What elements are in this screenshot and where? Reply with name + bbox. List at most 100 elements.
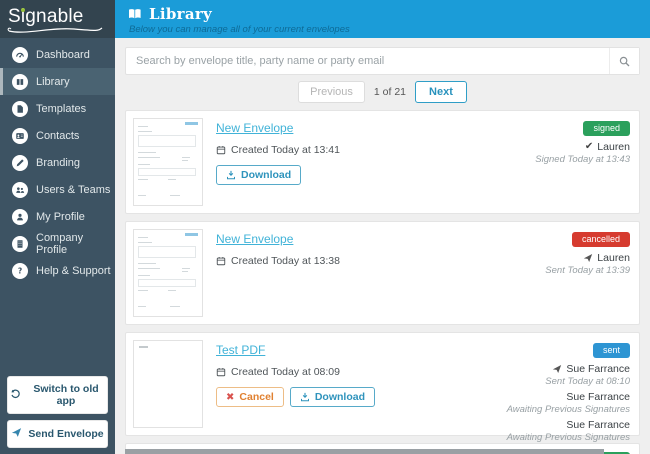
contacts-icon bbox=[12, 127, 28, 144]
envelope-card: New Envelope Created Today at 13:38 cancel… bbox=[125, 221, 640, 325]
next-page-button[interactable]: Next bbox=[415, 81, 467, 103]
sidebar-item-label: Library bbox=[36, 75, 70, 88]
sidebar-item-label: Dashboard bbox=[36, 48, 90, 61]
cancel-x-icon: ✖ bbox=[226, 391, 235, 403]
check-icon: ✔ bbox=[584, 141, 594, 152]
download-button[interactable]: Download bbox=[289, 387, 375, 407]
sidebar-item-label: Users & Teams bbox=[36, 183, 111, 196]
sidebar-item-my-profile[interactable]: My Profile bbox=[0, 203, 115, 230]
horizontal-scrollbar[interactable] bbox=[125, 449, 604, 454]
magnifier-icon bbox=[619, 56, 630, 66]
sidebar-item-branding[interactable]: Branding bbox=[0, 149, 115, 176]
sidebar-item-users-teams[interactable]: Users & Teams bbox=[0, 176, 115, 203]
previous-page-button[interactable]: Previous bbox=[298, 81, 365, 103]
search-bar bbox=[125, 47, 640, 75]
help-icon: ? bbox=[12, 262, 28, 279]
logo-text: Signable bbox=[8, 6, 84, 27]
page-info: 1 of 21 bbox=[373, 86, 407, 98]
download-icon bbox=[300, 392, 310, 402]
search-button[interactable] bbox=[609, 48, 639, 74]
recipient-status-detail: Signed Today at 13:43 bbox=[535, 153, 630, 165]
status-badge: cancelled bbox=[571, 231, 630, 247]
sidebar-item-label: Branding bbox=[36, 156, 81, 169]
recipient-row: Sue Farrance Sent Today at 08:10 bbox=[507, 363, 630, 387]
envelope-status-column: signed ✔ Lauren Signed Today at 13:43 bbox=[535, 118, 630, 169]
recipient-row: Lauren Sent Today at 13:39 bbox=[545, 252, 630, 276]
document-thumbnail[interactable] bbox=[133, 229, 203, 317]
svg-text:?: ? bbox=[18, 266, 22, 275]
recipient-row: Sue Farrance Awaiting Previous Signatures bbox=[507, 391, 630, 415]
branding-icon bbox=[12, 154, 28, 171]
status-badge: signed bbox=[583, 120, 630, 136]
undo-icon bbox=[10, 388, 21, 402]
envelope-status-column: cancelled Lauren Sent Today at 13:39 bbox=[545, 229, 630, 280]
sidebar-item-help-support[interactable]: ? Help & Support bbox=[0, 257, 115, 284]
envelope-card: Test PDF Created Today at 08:09 ✖ Cancel Dow… bbox=[125, 332, 640, 443]
recipient-name: Sue Farrance bbox=[566, 418, 630, 431]
sidebar-item-library[interactable]: Library bbox=[0, 68, 115, 95]
switch-to-old-app-button[interactable]: Switch to old app bbox=[7, 376, 108, 414]
envelope-title-link[interactable]: New Envelope bbox=[216, 121, 293, 135]
document-thumbnail[interactable] bbox=[133, 118, 203, 206]
sidebar-footer: Switch to old app Send Envelope bbox=[0, 370, 115, 448]
calendar-icon bbox=[216, 367, 226, 377]
envelope-created-text: Created Today at 13:41 bbox=[231, 144, 340, 156]
calendar-icon bbox=[216, 145, 226, 155]
recipient-status-detail: Awaiting Previous Signatures bbox=[506, 403, 630, 415]
envelope-title-link[interactable]: Test PDF bbox=[216, 343, 265, 357]
book-icon bbox=[129, 9, 141, 19]
recipient-name: Lauren bbox=[597, 251, 630, 264]
logo-green-dot-icon bbox=[21, 8, 25, 12]
envelope-created-text: Created Today at 08:09 bbox=[231, 366, 340, 378]
pagination: Previous 1 of 21 Next bbox=[125, 81, 640, 103]
sidebar-item-dashboard[interactable]: Dashboard bbox=[0, 41, 115, 68]
page-header: Library Below you can manage all of your… bbox=[115, 0, 650, 38]
logo-swoosh-icon bbox=[7, 27, 103, 33]
calendar-icon bbox=[216, 256, 226, 266]
library-icon bbox=[12, 73, 28, 90]
sidebar-item-label: Help & Support bbox=[36, 264, 111, 277]
recipient-row: Sue Farrance Awaiting Previous Signatures bbox=[507, 419, 630, 443]
templates-icon bbox=[12, 100, 28, 117]
sidebar-item-contacts[interactable]: Contacts bbox=[0, 122, 115, 149]
dashboard-icon bbox=[12, 46, 28, 63]
search-input[interactable] bbox=[126, 48, 609, 74]
recipient-status-detail: Sent Today at 08:10 bbox=[545, 375, 630, 387]
sidebar-item-company-profile[interactable]: Company Profile bbox=[0, 230, 115, 257]
envelope-title-link[interactable]: New Envelope bbox=[216, 232, 293, 246]
send-plane-icon bbox=[11, 427, 22, 441]
envelope-status-column: sent Sue Farrance Sent Today at 08:10 Sue F… bbox=[507, 340, 630, 447]
sidebar-nav: Dashboard Library Templates Contacts Brandin… bbox=[0, 41, 115, 284]
page-title: Library bbox=[149, 5, 213, 23]
sidebar-item-label: Contacts bbox=[36, 129, 80, 142]
cancel-button[interactable]: ✖ Cancel bbox=[216, 387, 284, 407]
status-badge: sent bbox=[592, 342, 630, 358]
document-thumbnail[interactable] bbox=[133, 340, 203, 428]
recipient-name: Sue Farrance bbox=[566, 362, 630, 375]
signable-logo[interactable]: Signable bbox=[0, 0, 115, 38]
recipient-name: Lauren bbox=[597, 140, 630, 153]
page-subtitle: Below you can manage all of your current… bbox=[129, 24, 350, 35]
sidebar-item-label: My Profile bbox=[36, 210, 85, 223]
my-profile-icon bbox=[12, 208, 28, 225]
users-icon bbox=[12, 181, 28, 198]
recipient-row: ✔ Lauren Signed Today at 13:43 bbox=[535, 141, 630, 165]
download-button[interactable]: Download bbox=[216, 165, 302, 185]
sidebar-item-templates[interactable]: Templates bbox=[0, 95, 115, 122]
sidebar: Signable Dashboard Library Templates Contac… bbox=[0, 0, 115, 454]
recipient-status-detail: Sent Today at 13:39 bbox=[545, 264, 630, 276]
sidebar-item-label: Templates bbox=[36, 102, 87, 115]
sidebar-item-label: Company Profile bbox=[36, 231, 84, 256]
envelope-list: New Envelope Created Today at 13:41 Downlo… bbox=[125, 110, 640, 443]
send-icon bbox=[583, 253, 593, 263]
company-profile-icon bbox=[12, 235, 28, 252]
send-icon bbox=[552, 364, 562, 374]
app-window: Signable Dashboard Library Templates Contac… bbox=[0, 0, 650, 454]
envelope-created-text: Created Today at 13:38 bbox=[231, 255, 340, 267]
content-area: Previous 1 of 21 Next New Envelope Create… bbox=[115, 38, 650, 454]
envelope-card: New Envelope Created Today at 13:41 Downlo… bbox=[125, 110, 640, 214]
download-icon bbox=[226, 170, 236, 180]
recipient-name: Sue Farrance bbox=[566, 390, 630, 403]
send-envelope-button[interactable]: Send Envelope bbox=[7, 420, 108, 448]
recipient-status-detail: Awaiting Previous Signatures bbox=[506, 431, 630, 443]
